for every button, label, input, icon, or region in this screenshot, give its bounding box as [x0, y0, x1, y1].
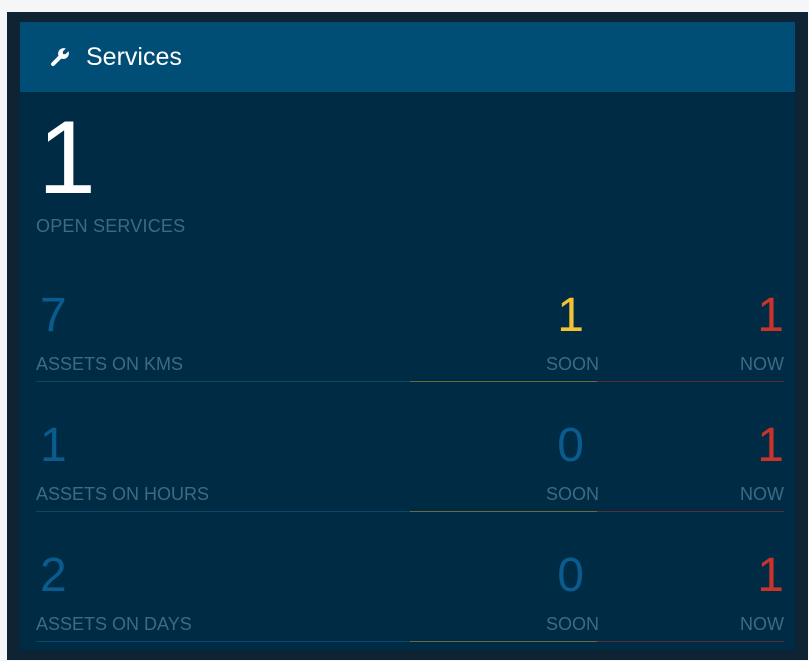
card-header: Services: [20, 22, 795, 92]
soon-divider: [410, 641, 597, 642]
soon-divider: [410, 511, 597, 512]
now-divider: [597, 381, 784, 382]
open-services-count: 1: [38, 100, 96, 216]
assets-row-hours[interactable]: 1 ASSETS ON HOURS 0 SOON 1 NOW: [36, 422, 784, 512]
row-divider: [36, 511, 410, 512]
now-label: NOW: [740, 614, 784, 634]
row-divider: [36, 381, 410, 382]
assets-label: ASSETS ON HOURS: [36, 484, 210, 504]
wrench-icon: [50, 47, 70, 67]
now-divider: [597, 641, 784, 642]
assets-label: ASSETS ON DAYS: [36, 614, 192, 634]
open-services-label: OPEN SERVICES: [36, 216, 186, 236]
assets-count: 1: [40, 419, 67, 472]
soon-count: 0: [557, 419, 584, 472]
assets-count: 2: [40, 549, 67, 602]
now-label: NOW: [740, 354, 784, 374]
soon-label: SOON: [545, 614, 599, 634]
row-divider: [36, 641, 410, 642]
services-card: Services 1 OPEN SERVICES 7 ASSETS ON KMS…: [20, 22, 795, 650]
assets-count: 7: [40, 289, 67, 342]
soon-count: 0: [557, 549, 584, 602]
now-count: 1: [757, 289, 784, 342]
now-label: NOW: [740, 484, 784, 504]
now-count: 1: [757, 549, 784, 602]
assets-label: ASSETS ON KMS: [36, 354, 184, 374]
soon-divider: [410, 381, 597, 382]
soon-label: SOON: [545, 354, 599, 374]
assets-row-days[interactable]: 2 ASSETS ON DAYS 0 SOON 1 NOW: [36, 552, 784, 642]
soon-label: SOON: [545, 484, 599, 504]
soon-count: 1: [557, 289, 584, 342]
services-widget-frame: Services 1 OPEN SERVICES 7 ASSETS ON KMS…: [7, 12, 808, 660]
card-title: Services: [86, 42, 182, 71]
now-divider: [597, 511, 784, 512]
now-count: 1: [757, 419, 784, 472]
assets-row-kms[interactable]: 7 ASSETS ON KMS 1 SOON 1 NOW: [36, 292, 784, 382]
